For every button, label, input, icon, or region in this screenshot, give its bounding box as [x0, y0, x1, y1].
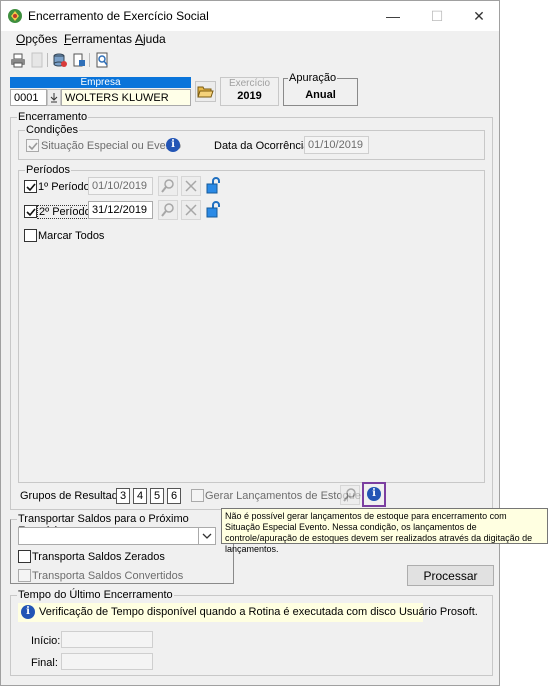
checkmark-icon — [26, 208, 36, 217]
exercicio-box: Exercício 2019 — [220, 77, 279, 106]
grupo-resultado-6[interactable]: 6 — [167, 488, 181, 504]
open-folder-button[interactable] — [195, 81, 216, 102]
chevron-down-icon — [202, 533, 212, 539]
tempo-label: Tempo do Último Encerramento — [17, 589, 174, 601]
periodo-1-date-field[interactable]: 01/10/2019 — [88, 177, 153, 195]
gerar-search-button[interactable] — [340, 485, 360, 505]
toolbar-separator — [47, 53, 48, 67]
arrow-down-icon — [50, 93, 58, 103]
menu-bar: Opções Ferramentas Ajuda — [1, 31, 499, 49]
app-icon — [8, 9, 22, 23]
magnifier-icon — [161, 179, 174, 193]
empresa-lookup-button[interactable] — [47, 89, 61, 106]
menu-opcoes-label: pções — [25, 32, 58, 46]
apuracao-label: Apuração — [288, 72, 338, 84]
maximize-button[interactable]: ☐ — [415, 1, 459, 31]
info-icon: i — [21, 605, 35, 619]
encerramento-label: Encerramento — [17, 111, 89, 123]
periodo-1-search-button[interactable] — [158, 176, 178, 196]
magnifier-icon — [161, 203, 174, 217]
info-icon: i — [367, 487, 381, 501]
periodo-1-clear-button[interactable] — [181, 176, 201, 196]
close-button[interactable]: ✕ — [457, 1, 501, 31]
data-ocorrencia-field[interactable]: 01/10/2019 — [304, 136, 369, 154]
database-icon[interactable] — [52, 52, 68, 68]
grupo-resultado-5[interactable]: 5 — [150, 488, 164, 504]
exercicio-value: 2019 — [237, 90, 262, 102]
apuracao-group: Apuração Anual — [283, 72, 358, 106]
gerar-lancamentos-label: Gerar Lançamentos de Estoque — [205, 490, 361, 502]
saldos-zerados-label: Transporta Saldos Zerados — [32, 551, 165, 563]
checkmark-icon — [28, 142, 38, 151]
grupo-resultado-4[interactable]: 4 — [133, 488, 147, 504]
processar-button[interactable]: Processar — [407, 565, 494, 586]
tempo-info-banner: i Verificação de Tempo disponível quando… — [18, 603, 478, 622]
menu-ferramentas[interactable]: Ferramentas — [64, 32, 132, 46]
periodo-2-date-field[interactable]: 31/12/2019 — [88, 201, 153, 219]
inicio-field[interactable] — [61, 631, 153, 648]
folder-open-icon — [197, 86, 214, 98]
menu-ajuda-key: A — [135, 32, 144, 46]
transportar-dropdown-button[interactable] — [198, 527, 216, 545]
apuracao-value: Anual — [305, 89, 336, 101]
scissors-icon — [185, 204, 197, 216]
exercicio-label: Exercício — [228, 78, 271, 89]
periodo-2-checkbox[interactable] — [24, 205, 37, 218]
periodo-1-checkbox[interactable] — [24, 180, 37, 193]
toolbar — [1, 50, 499, 70]
magnifier-icon — [343, 488, 356, 502]
main-window: Encerramento de Exercício Social — ☐ ✕ O… — [0, 0, 500, 686]
grupo-resultado-3[interactable]: 3 — [116, 488, 130, 504]
document-icon[interactable] — [29, 52, 45, 68]
menu-ajuda[interactable]: Ajuda — [135, 32, 166, 46]
info-icon[interactable]: i — [166, 138, 180, 152]
periodo-2-search-button[interactable] — [158, 200, 178, 220]
transportar-select[interactable] — [18, 527, 216, 545]
periodos-label: Períodos — [25, 164, 72, 176]
checkmark-icon — [26, 183, 36, 192]
title-bar[interactable]: Encerramento de Exercício Social — ☐ ✕ — [1, 1, 499, 31]
toolbar-separator — [89, 53, 90, 67]
tempo-info-text: Verificação de Tempo disponível quando a… — [39, 606, 478, 618]
unlock-icon[interactable] — [204, 177, 222, 195]
gerar-lancamentos-checkbox[interactable] — [191, 489, 204, 502]
final-label: Final: — [31, 657, 58, 669]
empresa-header: Empresa — [10, 77, 191, 88]
preview-icon[interactable] — [94, 52, 110, 68]
periodo-2-label: 2º Período — [37, 205, 93, 219]
periodo-2-clear-button[interactable] — [181, 200, 201, 220]
menu-ajuda-label: juda — [143, 32, 166, 46]
empresa-name-field[interactable]: WOLTERS KLUWER — [61, 89, 191, 106]
inicio-label: Início: — [31, 635, 61, 647]
final-field[interactable] — [61, 653, 153, 670]
menu-opcoes-key: O — [16, 32, 26, 46]
grupos-resultado-label: Grupos de Resultado: — [20, 490, 128, 502]
situacao-especial-label: Situação Especial ou Evento — [41, 140, 182, 152]
print-icon[interactable] — [10, 52, 26, 68]
minimize-button[interactable]: — — [371, 1, 415, 31]
tooltip: Não é possível gerar lançamentos de esto… — [221, 508, 548, 554]
saldos-zerados-checkbox[interactable] — [18, 550, 31, 563]
scissors-icon — [185, 180, 197, 192]
situacao-especial-checkbox[interactable] — [26, 139, 39, 152]
marcar-todos-checkbox[interactable] — [24, 229, 37, 242]
saldos-convertidos-checkbox[interactable] — [18, 569, 31, 582]
data-ocorrencia-label: Data da Ocorrência: — [214, 140, 313, 152]
marcar-todos-label: Marcar Todos — [38, 230, 105, 242]
periodo-1-label: 1º Período — [38, 181, 90, 193]
export-icon[interactable] — [71, 52, 87, 68]
gerar-info-button[interactable]: i — [362, 482, 386, 507]
condicoes-label: Condições — [25, 124, 79, 136]
window-title: Encerramento de Exercício Social — [28, 9, 209, 23]
saldos-convertidos-label: Transporta Saldos Convertidos — [32, 570, 184, 582]
unlock-icon[interactable] — [204, 201, 222, 219]
empresa-code-field[interactable]: 0001 — [10, 89, 47, 106]
menu-opcoes[interactable]: Opções — [16, 32, 57, 46]
menu-ferramentas-label: erramentas — [71, 32, 133, 46]
